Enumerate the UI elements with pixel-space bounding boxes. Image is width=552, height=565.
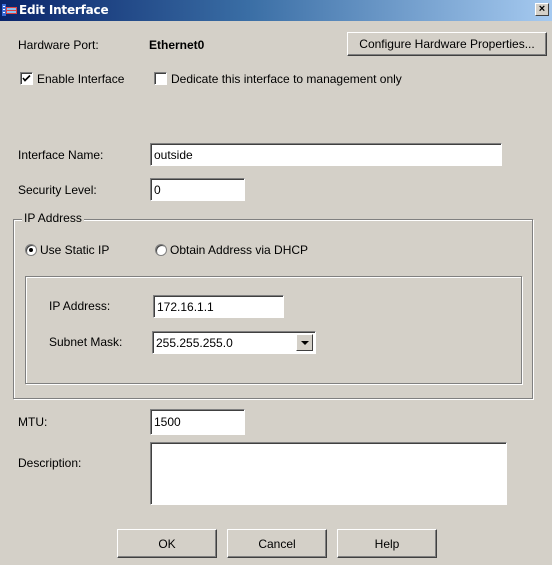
ip-address-group-legend: IP Address: [22, 211, 84, 225]
hardware-port-label: Hardware Port:: [18, 38, 99, 52]
network-interface-icon: [2, 3, 17, 17]
management-only-checkbox[interactable]: [154, 72, 167, 85]
cancel-button[interactable]: Cancel: [227, 529, 327, 558]
configure-hardware-properties-button[interactable]: Configure Hardware Properties...: [347, 32, 547, 56]
management-only-label: Dedicate this interface to management on…: [171, 72, 402, 86]
title-bar: Edit Interface ×: [0, 0, 552, 21]
mtu-input[interactable]: [150, 409, 245, 435]
window-title: Edit Interface: [19, 3, 109, 17]
ip-address-label: IP Address:: [49, 299, 111, 313]
subnet-mask-value: 255.255.255.0: [156, 336, 233, 350]
subnet-mask-label: Subnet Mask:: [49, 335, 123, 349]
enable-interface-label: Enable Interface: [37, 72, 125, 86]
description-label: Description:: [18, 456, 82, 470]
enable-interface-checkbox[interactable]: [20, 72, 33, 85]
obtain-dhcp-radio[interactable]: [155, 244, 167, 256]
description-textarea[interactable]: [150, 442, 507, 505]
ip-address-input[interactable]: [153, 295, 284, 318]
use-static-ip-radio[interactable]: [25, 244, 37, 256]
hardware-port-value: Ethernet0: [149, 38, 205, 52]
interface-name-label: Interface Name:: [18, 148, 104, 162]
security-level-label: Security Level:: [18, 183, 97, 197]
subnet-mask-select[interactable]: 255.255.255.0: [152, 331, 316, 354]
ok-button[interactable]: OK: [117, 529, 217, 558]
close-button[interactable]: ×: [535, 3, 549, 16]
mtu-label: MTU:: [18, 415, 48, 429]
obtain-dhcp-label: Obtain Address via DHCP: [170, 243, 309, 257]
static-ip-panel: [25, 276, 522, 384]
help-button[interactable]: Help: [337, 529, 437, 558]
chevron-down-icon[interactable]: [296, 334, 313, 351]
interface-name-input[interactable]: [150, 143, 502, 166]
use-static-ip-label: Use Static IP: [40, 243, 110, 257]
close-icon: ×: [538, 3, 546, 15]
checkmark-icon: [22, 74, 31, 82]
security-level-input[interactable]: [150, 178, 245, 201]
